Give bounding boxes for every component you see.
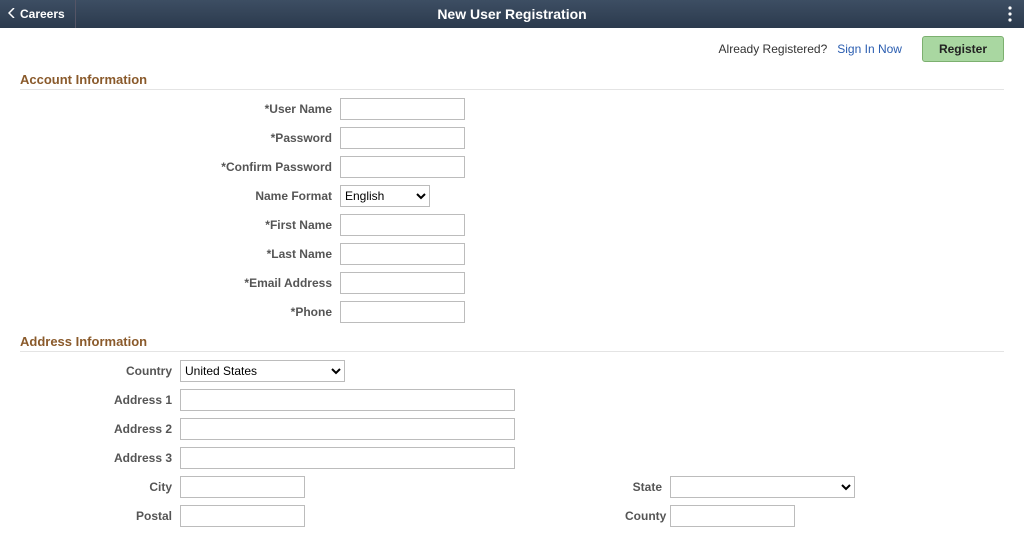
county-label: County [625,509,670,523]
confirm-password-label: *Confirm Password [20,160,340,174]
section-title-account: Account Information [20,68,1004,90]
username-label: *User Name [20,102,340,116]
already-registered-label: Already Registered? [719,42,828,56]
address1-label: Address 1 [20,393,180,407]
address1-input[interactable] [180,389,515,411]
address2-label: Address 2 [20,422,180,436]
county-input[interactable] [670,505,795,527]
state-label: State [625,480,670,494]
actions-menu-button[interactable] [1004,4,1016,24]
phone-input[interactable] [340,301,465,323]
chevron-left-icon [8,7,16,21]
sign-in-link[interactable]: Sign In Now [837,42,902,56]
address2-input[interactable] [180,418,515,440]
address-form: Country United States Address 1 Address … [20,360,1004,527]
country-label: Country [20,364,180,378]
state-select[interactable] [670,476,855,498]
postal-label: Postal [20,509,180,523]
account-form: *User Name *Password *Confirm Password N… [20,98,1004,323]
page-header: Careers New User Registration [0,0,1024,28]
top-action-bar: Already Registered? Sign In Now Register [0,28,1024,68]
city-label: City [20,480,180,494]
content-area: Account Information *User Name *Password… [0,68,1024,554]
password-input[interactable] [340,127,465,149]
confirm-password-input[interactable] [340,156,465,178]
page-title: New User Registration [437,6,586,22]
back-label: Careers [20,7,65,21]
email-input[interactable] [340,272,465,294]
first-name-label: *First Name [20,218,340,232]
city-input[interactable] [180,476,305,498]
register-button[interactable]: Register [922,36,1004,62]
username-input[interactable] [340,98,465,120]
section-title-address: Address Information [20,330,1004,352]
postal-input[interactable] [180,505,305,527]
phone-label: *Phone [20,305,340,319]
vertical-dots-icon [1008,6,1012,22]
last-name-label: *Last Name [20,247,340,261]
last-name-input[interactable] [340,243,465,265]
first-name-input[interactable] [340,214,465,236]
name-format-select[interactable]: English [340,185,430,207]
name-format-label: Name Format [20,189,340,203]
country-select[interactable]: United States [180,360,345,382]
address3-input[interactable] [180,447,515,469]
password-label: *Password [20,131,340,145]
address3-label: Address 3 [20,451,180,465]
back-button[interactable]: Careers [8,0,76,28]
email-label: *Email Address [20,276,340,290]
